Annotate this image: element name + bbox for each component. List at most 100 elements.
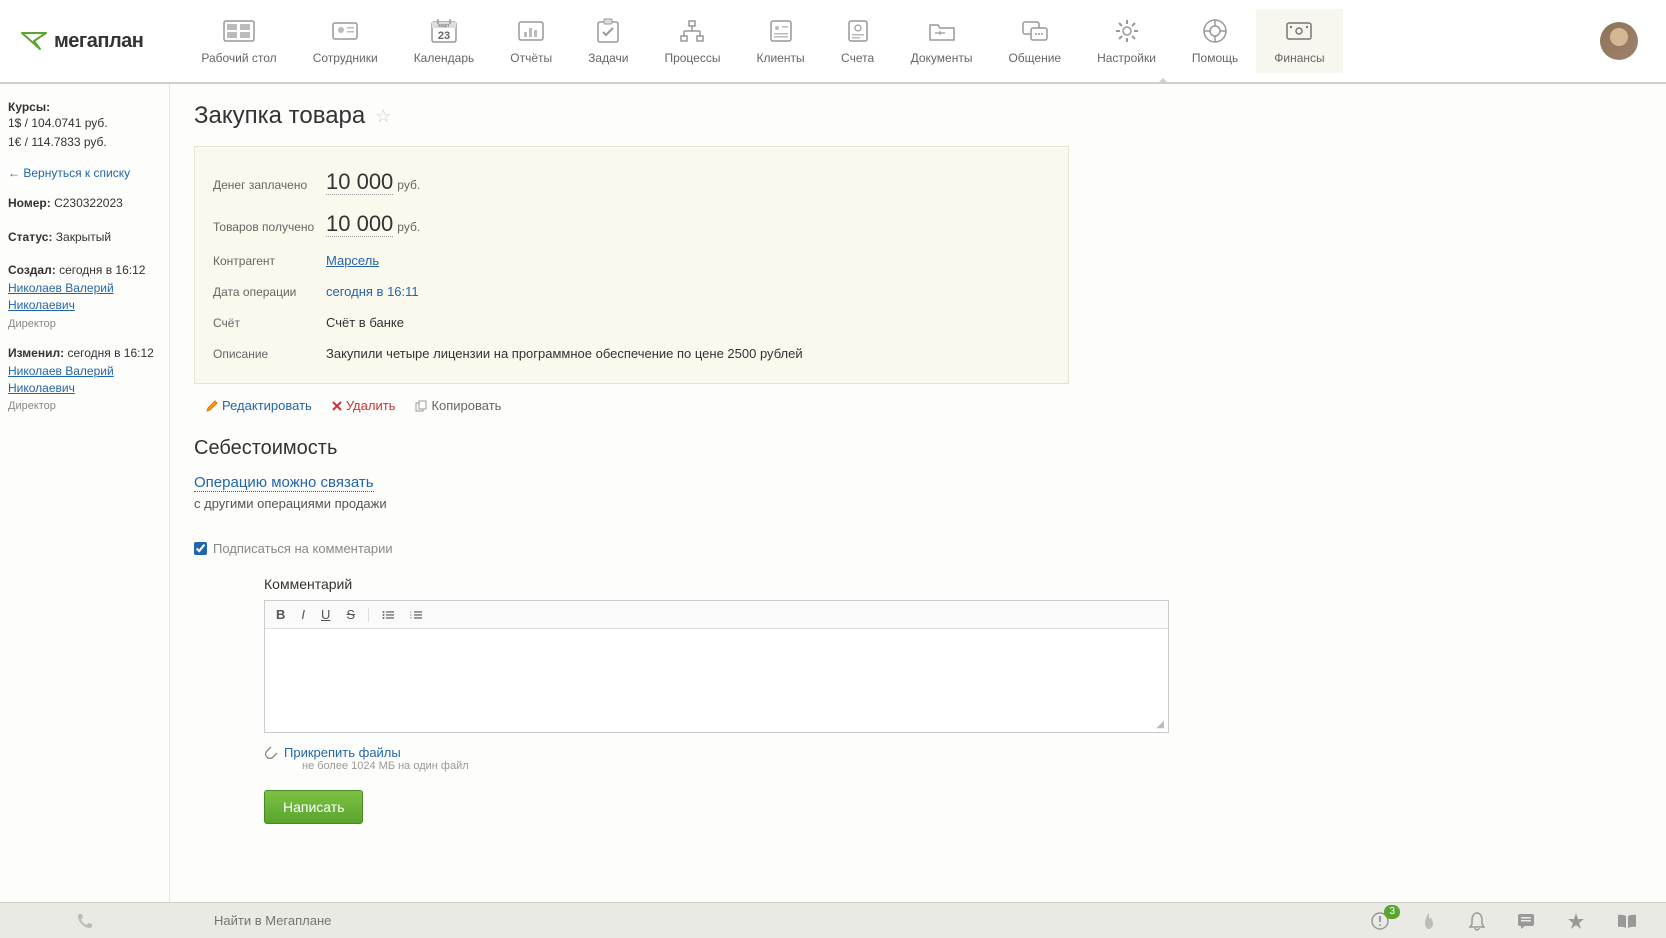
comment-textarea[interactable] [265, 629, 1168, 717]
nav-desktop[interactable]: Рабочий стол [183, 9, 294, 73]
gear-icon [1110, 17, 1144, 45]
account-label: Счёт [213, 316, 326, 330]
subscribe-checkbox[interactable] [194, 542, 207, 555]
nav-tasks[interactable]: Задачи [570, 9, 646, 73]
user-avatar[interactable] [1600, 22, 1638, 60]
detail-card: Денег заплачено 10 000руб. Товаров получ… [194, 146, 1069, 384]
account-value: Счёт в банке [326, 315, 404, 330]
nav-indicator [1157, 78, 1169, 84]
comment-editor: B I U S 123 ◢ [264, 600, 1169, 733]
bottom-bar: 3 [0, 902, 1666, 938]
favorite-star-icon[interactable]: ☆ [375, 106, 391, 127]
close-icon [332, 401, 342, 411]
copy-icon [415, 400, 427, 412]
editor-link[interactable]: Николаев Валерий Николаевич [8, 363, 159, 397]
delete-button[interactable]: Удалить [332, 398, 396, 413]
op-date-label: Дата операции [213, 285, 326, 299]
op-date-value[interactable]: сегодня в 16:11 [326, 284, 419, 299]
nav-clients[interactable]: Клиенты [738, 9, 822, 73]
logo-icon [20, 31, 48, 51]
subscribe-label: Подписаться на комментарии [213, 541, 393, 556]
number-value: C230322023 [54, 196, 123, 210]
tasks-icon [591, 17, 625, 45]
help-icon [1198, 17, 1232, 45]
back-to-list[interactable]: ← Вернуться к списку [8, 166, 130, 180]
alert-badge: 3 [1384, 905, 1400, 919]
phone-icon[interactable] [0, 912, 170, 930]
fire-icon[interactable] [1420, 911, 1438, 931]
received-unit: руб. [397, 220, 420, 234]
changed-value: сегодня в 16:12 [67, 346, 153, 360]
nav-settings[interactable]: Настройки [1079, 9, 1174, 73]
employees-icon [328, 17, 362, 45]
nav-chat[interactable]: Общение [990, 9, 1079, 73]
paid-value: 10 000 [326, 169, 393, 195]
nav-processes[interactable]: Процессы [646, 9, 738, 73]
rte-ul-button[interactable] [379, 608, 397, 622]
resize-handle[interactable]: ◢ [265, 717, 1168, 732]
nav-employees[interactable]: Сотрудники [295, 9, 396, 73]
nav-finance[interactable]: Финансы [1256, 9, 1342, 73]
bell-icon[interactable] [1468, 911, 1486, 931]
editor-role: Директор [8, 400, 159, 412]
clients-icon [764, 17, 798, 45]
message-icon[interactable] [1516, 912, 1536, 930]
cost-subtext: с другими операциями продажи [194, 496, 387, 511]
finance-icon [1282, 17, 1316, 45]
svg-text:3: 3 [410, 616, 412, 620]
logo[interactable]: мегаплан [20, 30, 143, 53]
rte-bold-button[interactable]: B [273, 605, 288, 624]
nav-reports[interactable]: Отчёты [492, 9, 570, 73]
rte-underline-button[interactable]: U [318, 605, 333, 624]
rte-strike-button[interactable]: S [343, 605, 358, 624]
calendar-icon: март23 [427, 17, 461, 45]
processes-icon [675, 17, 709, 45]
creator-role: Директор [8, 318, 159, 330]
top-navigation: мегаплан Рабочий стол Сотрудники март23 … [0, 0, 1666, 84]
cost-title: Себестоимость [194, 437, 1642, 460]
action-bar: Редактировать Удалить Копировать [194, 398, 1642, 413]
rte-ol-button[interactable]: 123 [407, 608, 425, 622]
submit-comment-button[interactable]: Написать [264, 790, 363, 824]
attach-row: Прикрепить файлы не более 1024 МБ на оди… [264, 745, 1169, 772]
rte-italic-button[interactable]: I [298, 605, 308, 624]
chat-icon [1018, 17, 1052, 45]
reports-icon [514, 17, 548, 45]
nav-documents[interactable]: Документы [893, 9, 991, 73]
rate-usd: 1$ / 104.0741 руб. [8, 114, 159, 133]
sidebar: Курсы: 1$ / 104.0741 руб. 1€ / 114.7833 … [0, 84, 170, 902]
received-value: 10 000 [326, 211, 393, 237]
status-label: Статус: [8, 230, 52, 244]
paid-unit: руб. [397, 178, 420, 192]
changed-label: Изменил: [8, 346, 64, 360]
attach-link[interactable]: Прикрепить файлы [284, 745, 401, 760]
page-title: Закупка товара [194, 102, 365, 130]
global-search-input[interactable] [170, 913, 1370, 928]
nav-invoices[interactable]: Счета [823, 9, 893, 73]
contragent-link[interactable]: Марсель [326, 253, 379, 268]
paperclip-icon [264, 745, 278, 759]
attach-note: не более 1024 МБ на один файл [302, 760, 469, 772]
subscribe-row: Подписаться на комментарии [194, 541, 1642, 556]
main-content: Закупка товара ☆ Денег заплачено 10 000р… [170, 84, 1666, 902]
edit-button[interactable]: Редактировать [206, 398, 312, 413]
rate-eur: 1€ / 114.7833 руб. [8, 133, 159, 152]
nav-calendar[interactable]: март23 Календарь [396, 9, 493, 73]
nav-items: Рабочий стол Сотрудники март23 Календарь… [183, 9, 1342, 73]
star-icon[interactable] [1566, 911, 1586, 931]
copy-button[interactable]: Копировать [415, 398, 501, 413]
desc-value: Закупили четыре лицензии на программное … [326, 346, 803, 361]
book-icon[interactable] [1616, 912, 1638, 930]
number-label: Номер: [8, 196, 51, 210]
desktop-icon [222, 17, 256, 45]
rte-separator [368, 608, 369, 622]
status-value: Закрытый [56, 230, 111, 244]
pencil-icon [206, 400, 218, 412]
nav-help[interactable]: Помощь [1174, 9, 1256, 73]
alert-icon[interactable]: 3 [1370, 911, 1390, 931]
created-label: Создал: [8, 263, 56, 277]
creator-link[interactable]: Николаев Валерий Николаевич [8, 280, 159, 314]
rte-toolbar: B I U S 123 [265, 601, 1168, 629]
link-operation[interactable]: Операцию можно связать [194, 474, 374, 492]
svg-text:23: 23 [438, 30, 450, 42]
